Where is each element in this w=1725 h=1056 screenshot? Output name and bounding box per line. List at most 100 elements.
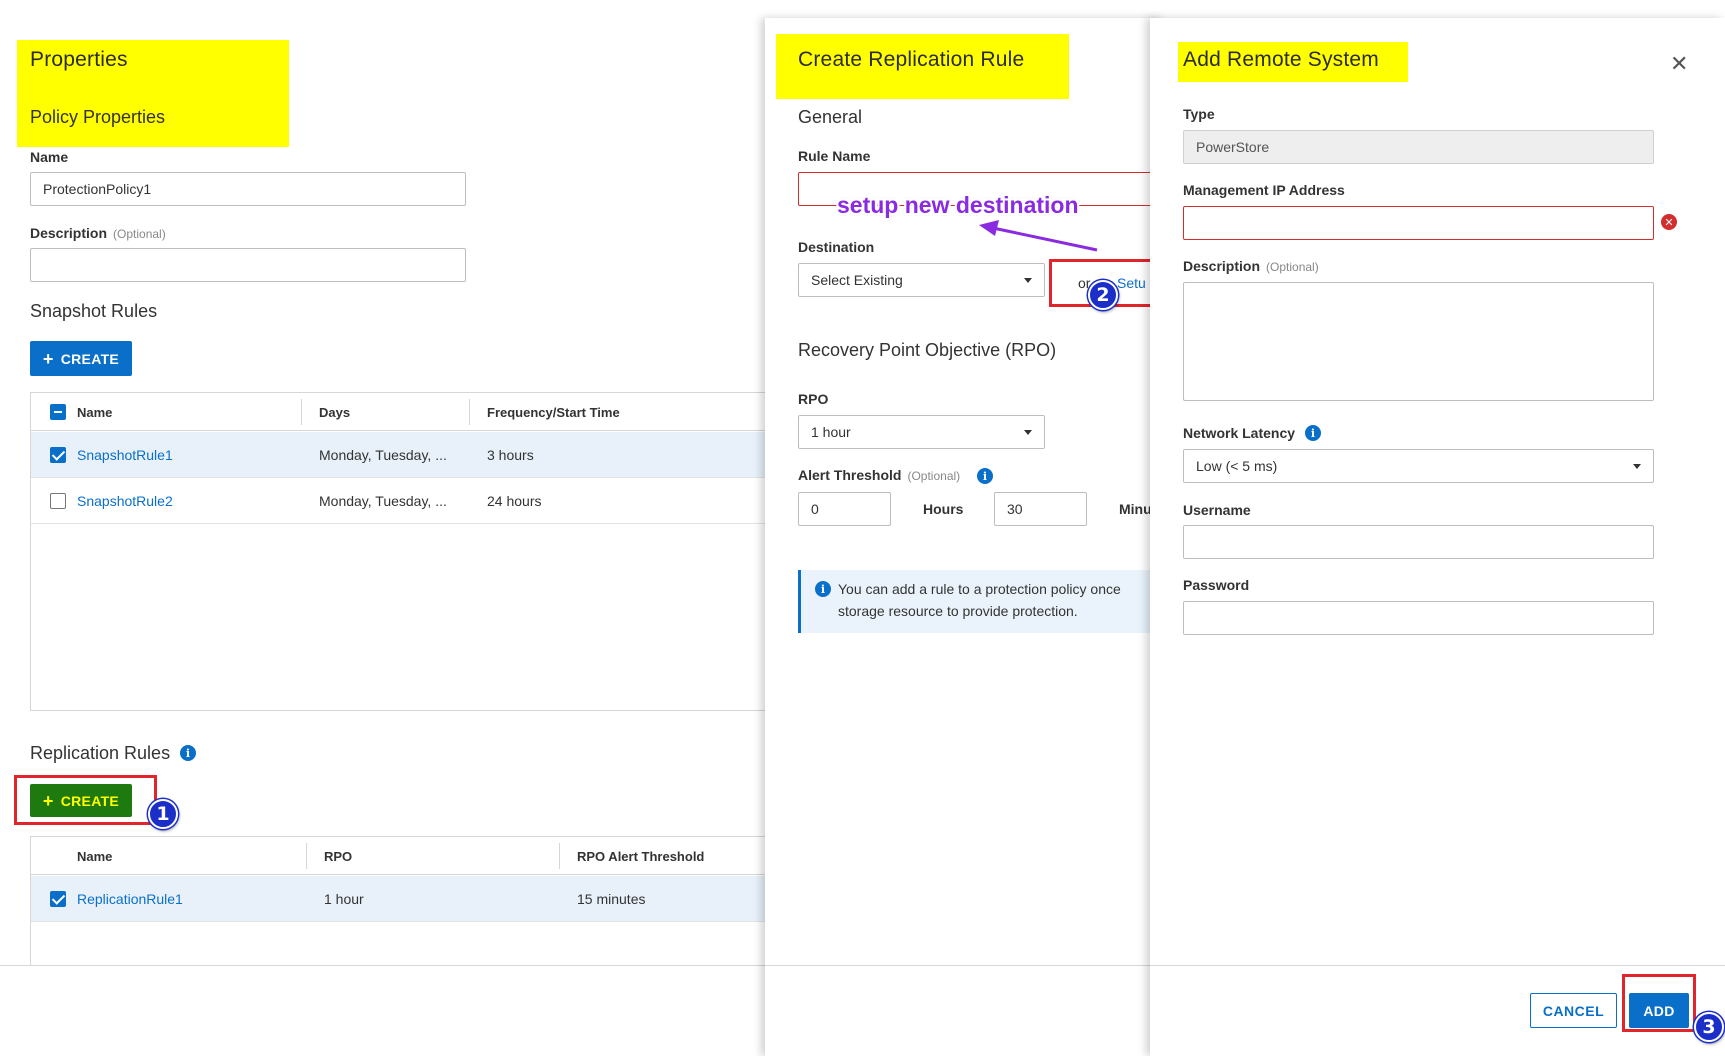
column-divider <box>301 399 302 425</box>
column-header-frequency[interactable]: Frequency/Start Time <box>487 393 620 431</box>
destination-select[interactable]: Select Existing <box>798 263 1045 297</box>
management-ip-input[interactable] <box>1183 206 1654 240</box>
name-input-value: ProtectionPolicy1 <box>43 181 152 197</box>
description-label: Description (Optional) <box>30 225 166 241</box>
optional-tag: (Optional) <box>907 469 961 483</box>
password-label: Password <box>1183 577 1250 593</box>
replication-info-icon[interactable]: i <box>180 745 196 761</box>
column-header-rpo[interactable]: RPO <box>324 837 352 875</box>
step-2-badge: 2 <box>1088 280 1118 310</box>
type-label: Type <box>1183 106 1215 122</box>
rpo-select-value: 1 hour <box>811 424 851 440</box>
description-label-text: Description <box>30 225 108 241</box>
network-latency-value: Low (< 5 ms) <box>1196 458 1278 474</box>
remote-system-title: Add Remote System <box>1183 48 1379 71</box>
policy-properties-heading: Policy Properties <box>30 107 166 127</box>
column-header-name[interactable]: Name <box>77 837 112 875</box>
replication-rule-rpo: 1 hour <box>324 891 364 907</box>
name-input[interactable]: ProtectionPolicy1 <box>30 172 466 206</box>
snapshot-rules-heading: Snapshot Rules <box>30 301 158 321</box>
network-latency-info-icon[interactable]: i <box>1305 425 1321 441</box>
footer-divider <box>0 965 770 966</box>
replication-rules-table: Name RPO RPO Alert Threshold Replication… <box>30 836 790 966</box>
column-header-threshold[interactable]: RPO Alert Threshold <box>577 837 704 875</box>
general-heading: General <box>798 107 863 127</box>
plus-icon: + <box>42 348 54 369</box>
minutes-label: Minu <box>1119 501 1152 517</box>
step-1-badge: 1 <box>148 799 178 829</box>
management-ip-label: Management IP Address <box>1183 182 1345 198</box>
row-checkbox[interactable] <box>50 891 66 907</box>
create-rule-title: Create Replication Rule <box>798 48 1025 71</box>
snapshot-rule-frequency: 24 hours <box>487 493 542 509</box>
snapshot-create-button[interactable]: + CREATE <box>30 341 132 376</box>
footer-divider <box>1150 965 1725 966</box>
plus-icon: + <box>42 790 54 811</box>
optional-tag: (Optional) <box>1266 260 1319 274</box>
add-remote-system-panel: Add Remote System ✕ Type PowerStore Mana… <box>1150 18 1725 1056</box>
create-replication-rule-panel: Create Replication Rule General Rule Nam… <box>765 18 1165 1056</box>
row-checkbox[interactable] <box>50 493 66 509</box>
info-icon: i <box>815 581 831 597</box>
replication-rule-threshold: 15 minutes <box>577 891 646 907</box>
snapshot-rules-table: Name Days Frequency/Start Time SnapshotR… <box>30 392 790 711</box>
description-label-text: Description <box>1183 258 1261 274</box>
table-row[interactable]: SnapshotRule2 Monday, Tuesday, ... 24 ho… <box>31 478 789 524</box>
destination-select-value: Select Existing <box>811 272 903 288</box>
rule-name-label: Rule Name <box>798 148 871 164</box>
snapshot-create-label: CREATE <box>60 350 120 367</box>
column-header-days[interactable]: Days <box>319 393 350 431</box>
select-all-checkbox[interactable] <box>50 404 66 420</box>
cancel-button[interactable]: CANCEL <box>1530 993 1617 1028</box>
description-label: Description (Optional) <box>1183 258 1319 274</box>
chevron-down-icon <box>1633 464 1641 469</box>
type-field-value: PowerStore <box>1196 139 1270 155</box>
hours-label: Hours <box>923 501 964 517</box>
chevron-down-icon <box>1024 430 1032 435</box>
destination-label: Destination <box>798 239 875 255</box>
column-divider <box>306 843 307 869</box>
hours-input-value: 0 <box>811 501 819 517</box>
callout-arrow-icon <box>979 220 1098 252</box>
username-input[interactable] <box>1183 525 1654 559</box>
close-icon[interactable]: ✕ <box>1670 51 1688 77</box>
column-header-name[interactable]: Name <box>77 393 112 431</box>
snapshot-rule-days: Monday, Tuesday, ... <box>319 493 447 509</box>
alert-threshold-info-icon[interactable]: i <box>977 468 993 484</box>
rpo-section-heading: Recovery Point Objective (RPO) <box>798 340 1057 360</box>
column-divider <box>559 843 560 869</box>
info-message-line-1: You can add a rule to a protection polic… <box>838 581 1121 597</box>
minutes-input[interactable]: 30 <box>994 492 1087 526</box>
step-3-badge: 3 <box>1694 1012 1724 1042</box>
table-row[interactable]: SnapshotRule1 Monday, Tuesday, ... 3 hou… <box>31 432 789 478</box>
rpo-label: RPO <box>798 391 829 407</box>
snapshot-rule-name-link[interactable]: SnapshotRule1 <box>77 432 173 478</box>
table-row[interactable]: ReplicationRule1 1 hour 15 minutes <box>31 876 789 922</box>
network-latency-select[interactable]: Low (< 5 ms) <box>1183 449 1654 483</box>
minutes-input-value: 30 <box>1007 501 1023 517</box>
optional-tag: (Optional) <box>113 227 166 241</box>
password-input[interactable] <box>1183 601 1654 635</box>
column-divider <box>469 399 470 425</box>
add-button[interactable]: ADD <box>1629 993 1689 1028</box>
info-message-line-2: storage resource to provide protection. <box>838 603 1078 619</box>
description-textarea[interactable] <box>1183 282 1654 401</box>
alert-threshold-label: Alert Threshold (Optional) <box>798 467 960 483</box>
rpo-select[interactable]: 1 hour <box>798 415 1045 449</box>
callout-text: setup new destination <box>837 192 1079 218</box>
snapshot-rule-frequency: 3 hours <box>487 447 534 463</box>
error-icon: ✕ <box>1661 214 1677 230</box>
name-label: Name <box>30 149 69 165</box>
replication-create-button[interactable]: + CREATE <box>30 784 132 817</box>
row-checkbox[interactable] <box>50 447 66 463</box>
hours-input[interactable]: 0 <box>798 492 891 526</box>
setup-new-link[interactable]: Setu <box>1117 275 1146 291</box>
snapshot-rule-name-link[interactable]: SnapshotRule2 <box>77 478 173 524</box>
alert-threshold-label-text: Alert Threshold <box>798 467 902 483</box>
replication-create-label: CREATE <box>60 792 120 809</box>
type-field: PowerStore <box>1183 130 1654 164</box>
replication-rule-name-link[interactable]: ReplicationRule1 <box>77 876 183 922</box>
username-label: Username <box>1183 502 1251 518</box>
page-title: Properties <box>30 48 128 71</box>
description-input[interactable] <box>30 248 466 282</box>
